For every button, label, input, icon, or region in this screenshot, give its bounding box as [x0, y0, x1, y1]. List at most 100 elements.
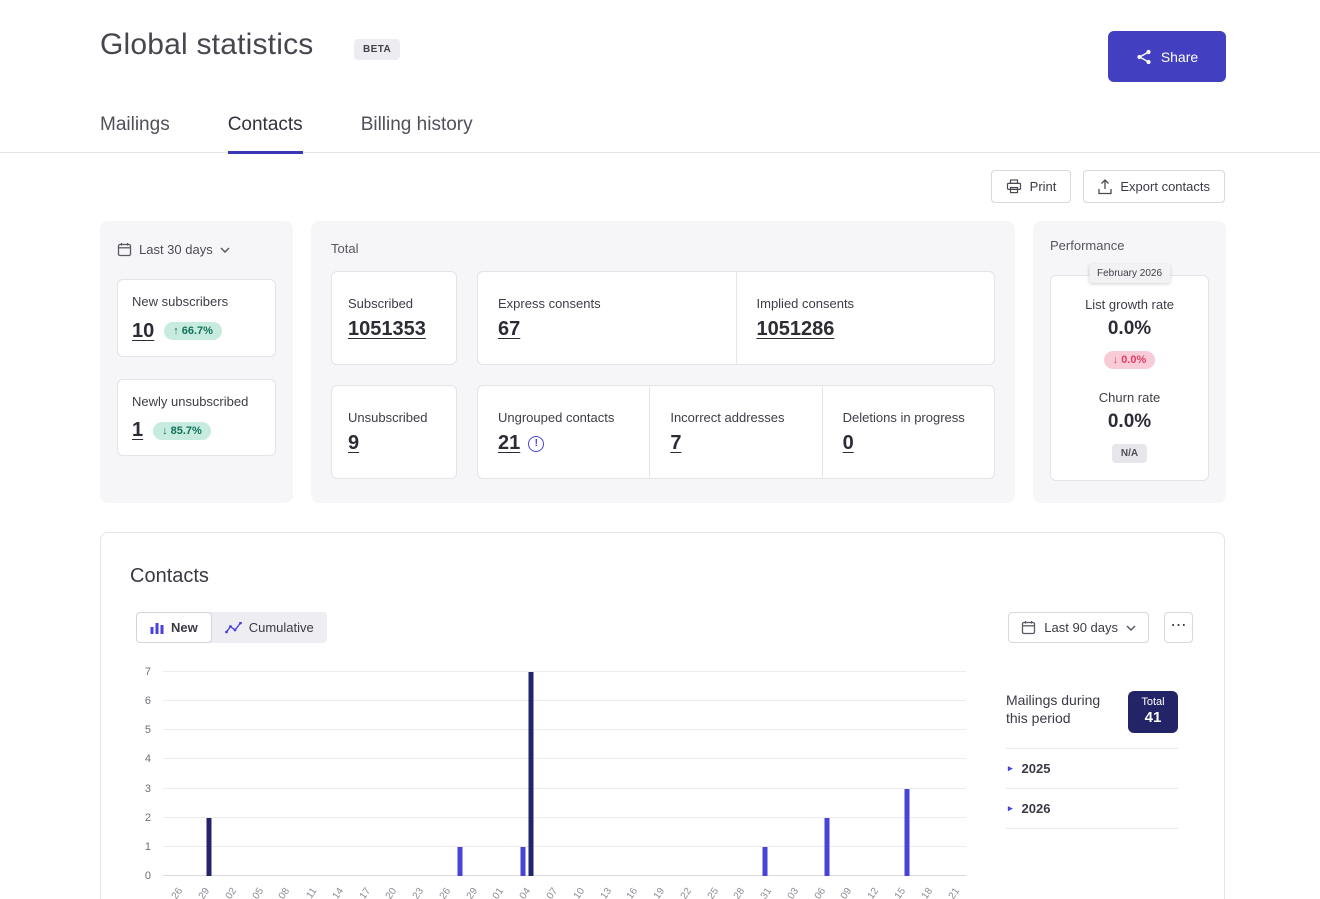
- mailings-total-value: 41: [1128, 709, 1178, 726]
- chart-plot-area: [163, 672, 966, 876]
- chart-x-tick-label: 17: [357, 886, 372, 899]
- date-range-selector[interactable]: Last 30 days: [117, 238, 230, 261]
- chart-x-tick-label: 26: [438, 886, 453, 899]
- chart-y-axis: 01234567: [101, 672, 151, 876]
- chart-x-tick-label: 29: [197, 886, 212, 899]
- chart-x-tick-label: 01: [491, 886, 506, 899]
- tab-billing-history[interactable]: Billing history: [361, 114, 473, 154]
- chart-x-tick-label: 14: [331, 886, 346, 899]
- chart-bar[interactable]: [521, 847, 526, 876]
- ungrouped-contacts-section: Ungrouped contacts 21 !: [478, 386, 649, 478]
- chart-x-tick-label: 12: [866, 886, 881, 899]
- print-button[interactable]: Print: [991, 170, 1072, 203]
- chart-x-tick-label: 16: [625, 886, 640, 899]
- chart-y-tick-label: 0: [145, 870, 151, 882]
- chart-x-tick-label: 08: [277, 886, 292, 899]
- incorrect-addresses-label: Incorrect addresses: [670, 410, 821, 425]
- mailings-summary: Mailings during this period Total 41 ▸ 2…: [1006, 691, 1178, 829]
- chevron-down-icon: [220, 247, 230, 253]
- arrow-up-icon: ↑: [173, 325, 179, 337]
- triangle-right-icon: ▸: [1008, 763, 1013, 774]
- implied-consents-label: Implied consents: [757, 296, 995, 311]
- unsubscribed-card: Unsubscribed 9: [331, 385, 457, 479]
- new-subscribers-value[interactable]: 10: [132, 320, 154, 343]
- contacts-section-title: Contacts: [130, 565, 209, 588]
- newly-unsubscribed-label: Newly unsubscribed: [132, 393, 261, 411]
- newly-unsubscribed-change-badge: ↓ 85.7%: [153, 422, 211, 440]
- express-consents-value[interactable]: 67: [498, 318, 520, 341]
- ellipsis-icon: ⋯: [1171, 615, 1187, 635]
- subscribed-card: Subscribed 1051353: [331, 271, 457, 365]
- chart-y-tick-label: 1: [145, 841, 151, 853]
- chart-x-tick-label: 26: [170, 886, 185, 899]
- incorrect-addresses-value[interactable]: 7: [670, 432, 681, 455]
- performance-tooltip: February 2026: [1089, 264, 1170, 283]
- chart-gridline: [163, 700, 966, 701]
- share-button-label: Share: [1161, 49, 1198, 65]
- chart-x-tick-label: 28: [732, 886, 747, 899]
- deletions-in-progress-value[interactable]: 0: [843, 432, 854, 455]
- chart-bar[interactable]: [824, 818, 829, 876]
- consents-card: Express consents 67 Implied consents 105…: [477, 271, 995, 365]
- unsubscribed-value[interactable]: 9: [348, 432, 359, 455]
- chart-x-tick-label: 22: [679, 886, 694, 899]
- export-icon: [1098, 179, 1112, 195]
- mailings-total-badge: Total 41: [1128, 691, 1178, 733]
- export-contacts-button[interactable]: Export contacts: [1083, 170, 1225, 203]
- chart-gridline: [163, 817, 966, 818]
- mailings-year-row-2026[interactable]: ▸ 2026: [1006, 789, 1178, 829]
- tab-contacts[interactable]: Contacts: [228, 114, 303, 154]
- chart-x-axis: 2629020508111417202326290104071013161922…: [163, 880, 966, 899]
- print-button-label: Print: [1030, 179, 1057, 194]
- share-button[interactable]: Share: [1108, 31, 1226, 82]
- churn-rate-value: 0.0%: [1051, 411, 1208, 433]
- chart-x-tick-label: 04: [518, 886, 533, 899]
- mailings-year-row-2025[interactable]: ▸ 2025: [1006, 749, 1178, 789]
- calendar-icon: [1021, 620, 1036, 635]
- chart-x-tick-label: 13: [598, 886, 613, 899]
- date-range-label: Last 30 days: [139, 242, 213, 257]
- tab-mailings[interactable]: Mailings: [100, 114, 170, 154]
- chart-x-tick-label: 31: [759, 886, 774, 899]
- chart-date-range-selector[interactable]: Last 90 days: [1008, 612, 1149, 643]
- mailings-period-label: Mailings during this period: [1006, 691, 1116, 727]
- express-consents-label: Express consents: [498, 296, 736, 311]
- chart-gridline: [163, 729, 966, 730]
- ungrouped-contacts-value[interactable]: 21: [498, 432, 520, 455]
- chart-more-menu-button[interactable]: ⋯: [1164, 612, 1193, 643]
- list-growth-value: 0.0%: [1051, 318, 1208, 340]
- newly-unsubscribed-value[interactable]: 1: [132, 419, 143, 442]
- implied-consents-section: Implied consents 1051286: [736, 272, 995, 364]
- chart-bar[interactable]: [529, 672, 534, 876]
- chart-y-tick-label: 5: [145, 724, 151, 736]
- toggle-new-button[interactable]: New: [136, 612, 212, 643]
- churn-rate-badge: N/A: [1112, 444, 1147, 463]
- chart-x-tick-label: 18: [919, 886, 934, 899]
- chart-bar[interactable]: [206, 818, 211, 876]
- info-icon[interactable]: !: [528, 436, 544, 452]
- implied-consents-value[interactable]: 1051286: [757, 318, 835, 341]
- chart-x-tick-label: 05: [250, 886, 265, 899]
- toggle-cumulative-button[interactable]: Cumulative: [212, 612, 327, 643]
- chart-x-tick-label: 06: [812, 886, 827, 899]
- chart-bar[interactable]: [458, 847, 463, 876]
- global-statistics-page: Global statistics BETA Share Mailings Co…: [0, 0, 1320, 899]
- deletions-in-progress-section: Deletions in progress 0: [822, 386, 994, 478]
- period-panel: Last 30 days New subscribers 10 ↑ 66.7% …: [100, 221, 293, 503]
- chart-x-tick-label: 25: [705, 886, 720, 899]
- beta-badge: BETA: [354, 39, 400, 60]
- new-subscribers-label: New subscribers: [132, 293, 261, 311]
- chart-y-tick-label: 4: [145, 753, 151, 765]
- subscribed-value[interactable]: 1051353: [348, 318, 426, 341]
- triangle-right-icon: ▸: [1008, 803, 1013, 814]
- total-panel-title: Total: [331, 241, 995, 256]
- chart-gridline: [163, 788, 966, 789]
- chart-y-tick-label: 7: [145, 666, 151, 678]
- ungrouped-contacts-label: Ungrouped contacts: [498, 410, 649, 425]
- chart-gridline: [163, 846, 966, 847]
- performance-title: Performance: [1050, 238, 1209, 253]
- chart-bar[interactable]: [905, 789, 910, 876]
- chart-x-tick-label: 20: [384, 886, 399, 899]
- total-panel: Total Subscribed 1051353 Express consent…: [311, 221, 1015, 503]
- chart-bar[interactable]: [763, 847, 768, 876]
